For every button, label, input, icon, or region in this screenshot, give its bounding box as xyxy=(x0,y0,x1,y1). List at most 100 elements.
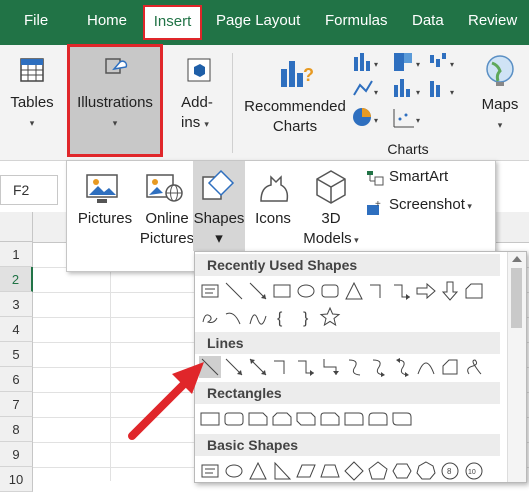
tables-button[interactable] xyxy=(12,55,52,95)
elbow-arrow-connector-shape[interactable] xyxy=(295,356,317,378)
row-header[interactable]: 9 xyxy=(0,442,33,467)
elbow-arrow-connector-shape[interactable] xyxy=(391,280,413,302)
svg-text:▾: ▾ xyxy=(416,60,420,69)
name-box[interactable]: F2 xyxy=(0,175,58,205)
oval-shape[interactable] xyxy=(223,460,245,482)
line-shape[interactable] xyxy=(223,280,245,302)
group-divider xyxy=(232,53,233,153)
shapes-gallery: Recently Used Shapes { } Lines Rectangle… xyxy=(194,251,527,483)
round-same-side-corner-rectangle-shape[interactable] xyxy=(367,408,389,430)
tab-insert[interactable]: Insert xyxy=(143,5,202,40)
elbow-connector-shape[interactable] xyxy=(367,280,389,302)
diamond-shape[interactable] xyxy=(343,460,365,482)
screenshot-button[interactable]: + Screenshot ▾ xyxy=(365,195,493,217)
tab-home[interactable]: Home xyxy=(87,12,127,29)
snip-round-corner-rectangle-shape[interactable] xyxy=(319,408,341,430)
scroll-up-icon[interactable] xyxy=(512,256,522,262)
online-pictures-button[interactable] xyxy=(145,167,185,207)
double-arrow-line-shape[interactable] xyxy=(247,356,269,378)
snip-single-corner-rectangle-shape[interactable] xyxy=(247,408,269,430)
round-single-corner-rectangle-shape[interactable] xyxy=(343,408,365,430)
text-box-shape[interactable] xyxy=(199,280,221,302)
tab-review[interactable]: Review xyxy=(468,12,517,29)
gallery-scrollbar[interactable] xyxy=(507,252,526,482)
curved-arrow-connector-shape[interactable] xyxy=(367,356,389,378)
right-arrow-shape[interactable] xyxy=(415,280,437,302)
scribble-shape[interactable] xyxy=(463,356,485,378)
down-arrow-shape[interactable] xyxy=(439,280,461,302)
row-header[interactable]: 2 xyxy=(0,267,33,292)
left-brace-shape[interactable]: { xyxy=(271,306,293,328)
pentagon-shape[interactable] xyxy=(367,460,389,482)
recommended-charts-label-2: Charts xyxy=(272,118,318,135)
elbow-connector-shape[interactable] xyxy=(271,356,293,378)
recommended-charts-button[interactable]: ? xyxy=(277,51,317,91)
svg-text:{: { xyxy=(277,310,283,327)
addins-button[interactable] xyxy=(184,55,214,85)
tab-file[interactable]: File xyxy=(24,12,48,29)
octagon-shape[interactable]: 8 xyxy=(439,460,461,482)
arc-shape[interactable] xyxy=(223,306,245,328)
illustrations-highlight-box xyxy=(67,44,163,157)
svg-text:8: 8 xyxy=(447,467,452,476)
chevron-down-icon: ▾ xyxy=(29,118,35,128)
maps-button[interactable] xyxy=(482,53,518,89)
curved-connector-shape[interactable] xyxy=(343,356,365,378)
tab-formulas[interactable]: Formulas xyxy=(325,12,388,29)
select-all-corner[interactable] xyxy=(0,212,33,242)
hexagon-shape[interactable] xyxy=(391,460,413,482)
row-header[interactable]: 5 xyxy=(0,342,33,367)
oval-shape[interactable] xyxy=(295,280,317,302)
freeform-shape[interactable] xyxy=(439,356,461,378)
rounded-rectangle-shape[interactable] xyxy=(223,408,245,430)
pictures-label: Pictures xyxy=(77,210,133,227)
hierarchy-chart-icon: ▾ xyxy=(394,53,420,71)
svg-text:+: + xyxy=(375,199,381,210)
curve-shape[interactable] xyxy=(415,356,437,378)
icons-button[interactable] xyxy=(253,167,293,207)
curve-shape[interactable] xyxy=(247,306,269,328)
row-header[interactable]: 1 xyxy=(0,242,33,267)
round-diagonal-corner-rectangle-shape[interactable] xyxy=(391,408,413,430)
snip-same-side-corner-rectangle-shape[interactable] xyxy=(271,408,293,430)
recommended-charts-label-1: Recommended xyxy=(244,98,346,115)
heptagon-shape[interactable] xyxy=(415,460,437,482)
rounded-rectangle-shape[interactable] xyxy=(319,280,341,302)
svg-text:▾: ▾ xyxy=(450,88,454,97)
triangle-shape[interactable] xyxy=(247,460,269,482)
row-header[interactable]: 8 xyxy=(0,417,33,442)
row-header[interactable]: 7 xyxy=(0,392,33,417)
pictures-button[interactable] xyxy=(83,167,123,207)
text-box-shape[interactable] xyxy=(199,460,221,482)
tab-page-layout[interactable]: Page Layout xyxy=(216,12,300,29)
arrow-line-shape[interactable] xyxy=(247,280,269,302)
tab-data[interactable]: Data xyxy=(412,12,444,29)
addins-label-1: Add- xyxy=(181,94,213,111)
row-header[interactable]: 6 xyxy=(0,367,33,392)
triangle-shape[interactable] xyxy=(343,280,365,302)
star-shape[interactable] xyxy=(319,306,341,328)
row-header[interactable]: 10 xyxy=(0,467,33,492)
right-triangle-shape[interactable] xyxy=(271,460,293,482)
elbow-double-arrow-connector-shape[interactable] xyxy=(319,356,341,378)
maps-label: Maps xyxy=(481,96,519,113)
arrow-line-shape[interactable] xyxy=(223,356,245,378)
row-header[interactable]: 4 xyxy=(0,317,33,342)
curved-double-arrow-connector-shape[interactable] xyxy=(391,356,413,378)
snip-diagonal-corner-rectangle-shape[interactable] xyxy=(295,408,317,430)
rectangle-shape[interactable] xyxy=(271,280,293,302)
flowchart-card-shape[interactable] xyxy=(463,280,485,302)
3d-models-button[interactable] xyxy=(311,167,351,207)
shapes-button[interactable]: Shapes ▾ xyxy=(193,161,245,251)
decagon-shape[interactable]: 10 xyxy=(463,460,485,482)
icons-label: Icons xyxy=(255,210,291,227)
column-chart-icon: ▾ xyxy=(354,53,378,71)
smartart-button[interactable]: SmartArt xyxy=(365,167,485,189)
parallelogram-shape[interactable] xyxy=(295,460,317,482)
freeform-shape[interactable] xyxy=(199,306,221,328)
svg-text:▾: ▾ xyxy=(416,88,420,97)
right-brace-shape[interactable]: } xyxy=(295,306,317,328)
scrollbar-thumb[interactable] xyxy=(511,268,522,328)
trapezoid-shape[interactable] xyxy=(319,460,341,482)
row-header[interactable]: 3 xyxy=(0,292,33,317)
